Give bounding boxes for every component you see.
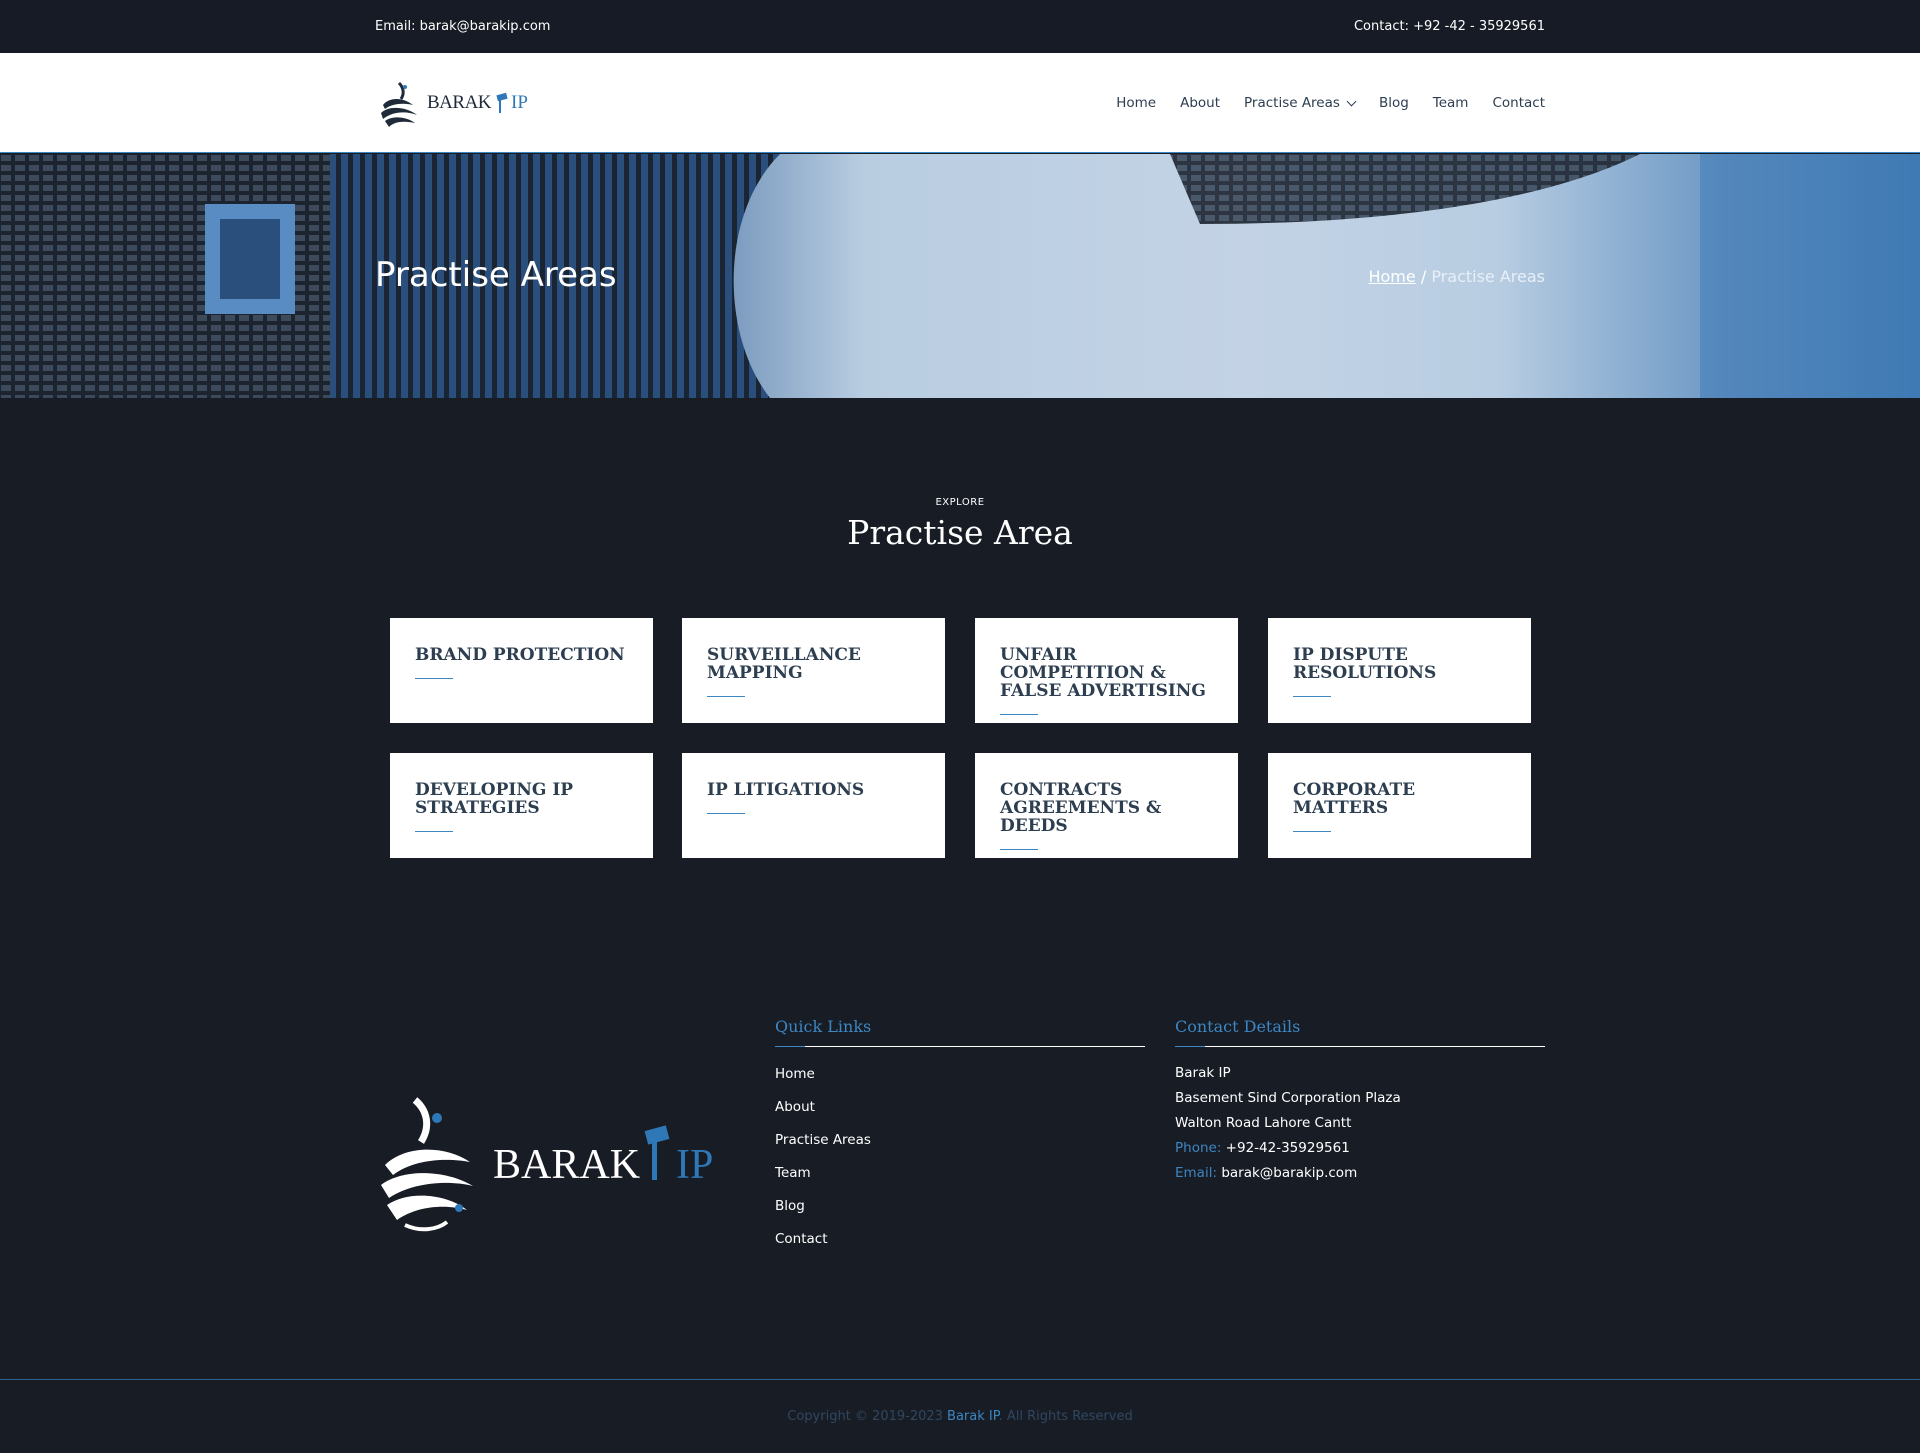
email-label: Email: bbox=[1175, 1165, 1218, 1181]
card-title: IP LITIGATIONS bbox=[707, 780, 865, 800]
footer-logo[interactable]: BARAK IP bbox=[375, 1090, 713, 1240]
card-underline bbox=[1293, 831, 1331, 832]
card-underline bbox=[707, 813, 745, 814]
card-title: CONTRACTS AGREEMENTS & DEEDS bbox=[1000, 780, 1162, 836]
breadcrumb-home-link[interactable]: Home bbox=[1368, 267, 1415, 286]
card-title: UNFAIR COMPETITION & FALSE ADVERTISING bbox=[1000, 645, 1206, 701]
page-title: Practise Areas bbox=[375, 254, 617, 295]
main-navbar: BARAK IP Home About Practise Areas Blog … bbox=[0, 53, 1920, 153]
quick-links-heading: Quick Links bbox=[775, 1017, 872, 1036]
card-underline bbox=[707, 696, 745, 697]
email-row: Email: barak@barakip.com bbox=[1175, 1162, 1545, 1187]
quick-links-list: Home About Practise Areas Team Blog Cont… bbox=[775, 1062, 1145, 1260]
top-bar: Email: barak@barakip.com Contact: +92 -4… bbox=[0, 0, 1920, 53]
phone-label: Phone: bbox=[1175, 1140, 1222, 1156]
nav-contact[interactable]: Contact bbox=[1492, 95, 1545, 111]
breadcrumb-current: Practise Areas bbox=[1431, 266, 1545, 286]
card-title: SURVEILLANCE MAPPING bbox=[707, 645, 861, 683]
logo-ip: IP bbox=[511, 92, 528, 113]
contact-info: Barak IP Basement Sind Corporation Plaza… bbox=[1175, 1062, 1545, 1187]
card-title: CORPORATE MATTERS bbox=[1293, 780, 1416, 818]
footer-logo-word: BARAK bbox=[493, 1142, 641, 1188]
practise-card-contracts[interactable]: CONTRACTS AGREEMENTS & DEEDS bbox=[975, 753, 1238, 858]
gavel-icon bbox=[496, 92, 508, 113]
nav-practise-areas[interactable]: Practise Areas bbox=[1244, 95, 1357, 111]
main-menu: Home About Practise Areas Blog Team Cont… bbox=[1116, 95, 1545, 111]
practise-card-ip-litigations[interactable]: IP LITIGATIONS bbox=[682, 753, 945, 858]
breadcrumb: Home / Practise Areas bbox=[1368, 267, 1545, 286]
logo-word: BARAK bbox=[427, 92, 492, 113]
footer-logo-ip: IP bbox=[676, 1142, 714, 1188]
nav-home[interactable]: Home bbox=[1116, 95, 1156, 111]
practise-card-brand-protection[interactable]: BRAND PROTECTION bbox=[390, 618, 653, 723]
footer-link-blog[interactable]: Blog bbox=[775, 1194, 1145, 1227]
nav-team[interactable]: Team bbox=[1433, 95, 1469, 111]
calligraphy-logo-icon bbox=[381, 81, 417, 127]
card-underline bbox=[1000, 714, 1038, 715]
copyright-prefix: Copyright © 2019-2023 bbox=[787, 1409, 948, 1424]
practise-card-ip-dispute[interactable]: IP DISPUTE RESOLUTIONS bbox=[1268, 618, 1531, 723]
footer-link-practise-areas[interactable]: Practise Areas bbox=[775, 1128, 1145, 1161]
copyright-brand-link[interactable]: Barak IP bbox=[947, 1409, 999, 1424]
card-underline bbox=[415, 678, 453, 679]
practise-card-corporate-matters[interactable]: CORPORATE MATTERS bbox=[1268, 753, 1531, 858]
contact-details-column: Contact Details Barak IP Basement Sind C… bbox=[1175, 1017, 1545, 1187]
section-eyebrow: EXPLORE bbox=[935, 497, 985, 508]
breadcrumb-separator: / bbox=[1420, 266, 1427, 286]
practise-card-developing-ip-strategies[interactable]: DEVELOPING IP STRATEGIES bbox=[390, 753, 653, 858]
copyright-suffix: . All Rights Reserved bbox=[998, 1409, 1133, 1424]
footer-link-contact[interactable]: Contact bbox=[775, 1227, 1145, 1260]
address-line-2: Walton Road Lahore Cantt bbox=[1175, 1115, 1352, 1131]
address-line-1: Basement Sind Corporation Plaza bbox=[1175, 1090, 1401, 1106]
calligraphy-logo-icon bbox=[381, 1097, 473, 1232]
top-contact[interactable]: Contact: +92 -42 - 35929561 bbox=[1354, 19, 1545, 34]
site-logo[interactable]: BARAK IP bbox=[375, 75, 528, 131]
nav-practise-areas-label: Practise Areas bbox=[1244, 95, 1340, 111]
heading-rule bbox=[775, 1046, 1145, 1047]
nav-about[interactable]: About bbox=[1180, 95, 1220, 111]
section-title: Practise Area bbox=[847, 513, 1073, 552]
quick-links-column: Quick Links Home About Practise Areas Te… bbox=[775, 1017, 1145, 1260]
card-underline bbox=[415, 831, 453, 832]
gavel-icon bbox=[644, 1125, 670, 1180]
top-email[interactable]: Email: barak@barakip.com bbox=[375, 19, 550, 34]
nav-blog[interactable]: Blog bbox=[1379, 95, 1409, 111]
card-title: DEVELOPING IP STRATEGIES bbox=[415, 780, 574, 818]
footer-link-team[interactable]: Team bbox=[775, 1161, 1145, 1194]
contact-details-heading: Contact Details bbox=[1175, 1017, 1301, 1036]
page-hero-banner: Practise Areas Home / Practise Areas bbox=[0, 154, 1920, 398]
card-underline bbox=[1000, 849, 1038, 850]
phone-row: Phone: +92-42-35929561 bbox=[1175, 1137, 1545, 1162]
copyright-bar: Copyright © 2019-2023 Barak IP. All Righ… bbox=[0, 1379, 1920, 1453]
card-title: IP DISPUTE RESOLUTIONS bbox=[1293, 645, 1437, 683]
company-name: Barak IP bbox=[1175, 1065, 1231, 1081]
practise-card-surveillance-mapping[interactable]: SURVEILLANCE MAPPING bbox=[682, 618, 945, 723]
practise-card-unfair-competition[interactable]: UNFAIR COMPETITION & FALSE ADVERTISING bbox=[975, 618, 1238, 723]
footer-link-about[interactable]: About bbox=[775, 1095, 1145, 1128]
email-value[interactable]: barak@barakip.com bbox=[1221, 1165, 1357, 1181]
heading-rule bbox=[1175, 1046, 1545, 1047]
card-underline bbox=[1293, 696, 1331, 697]
phone-value[interactable]: +92-42-35929561 bbox=[1226, 1140, 1350, 1156]
footer-link-home[interactable]: Home bbox=[775, 1062, 1145, 1095]
chevron-down-icon bbox=[1346, 96, 1357, 106]
card-title: BRAND PROTECTION bbox=[415, 645, 625, 665]
